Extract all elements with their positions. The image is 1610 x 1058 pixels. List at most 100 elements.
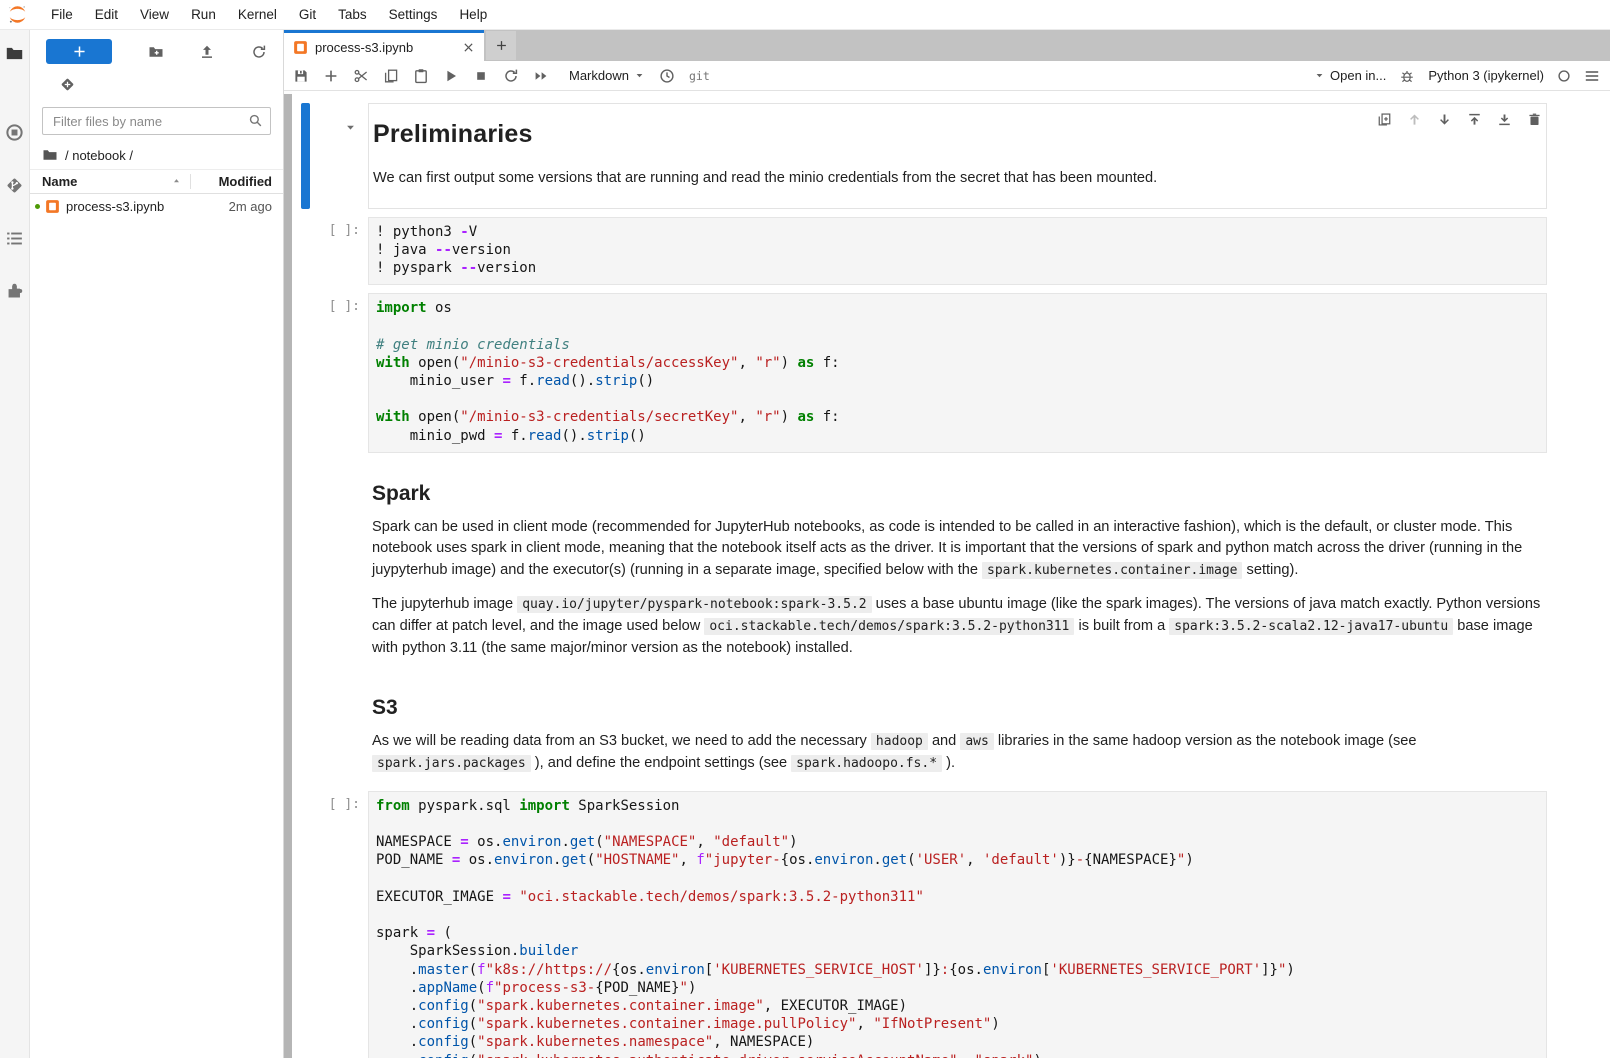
notebook-cell-markdown[interactable]: SparkSpark can be used in client mode (r… <box>301 461 1610 668</box>
column-header-name[interactable]: Name <box>30 174 191 189</box>
filter-files-input[interactable] <box>42 107 271 135</box>
cell-collapser[interactable] <box>301 293 310 453</box>
paste-icon[interactable] <box>413 68 429 84</box>
token-string: " <box>680 980 688 996</box>
token-string: "process-s3- <box>494 980 595 996</box>
token-text: ! python3 <box>376 224 460 240</box>
token-string: "/minio-s3-credentials/accessKey" <box>460 355 738 371</box>
text-run: We can first output some versions that a… <box>373 170 1157 186</box>
move-down-icon[interactable] <box>1437 112 1452 127</box>
insert-above-icon[interactable] <box>1467 112 1482 127</box>
token-text: , <box>696 834 713 850</box>
code-line: ! java --version <box>376 241 1538 259</box>
notebook-cell-code[interactable]: [ ]:import os # get minio credentialswit… <box>301 293 1610 453</box>
new-folder-icon[interactable] <box>148 44 164 60</box>
token-operator: = <box>427 925 435 941</box>
menu-item-run[interactable]: Run <box>180 2 227 27</box>
cell-collapser[interactable] <box>301 675 310 782</box>
refresh-icon[interactable] <box>251 44 267 60</box>
token-text: ) <box>781 355 798 371</box>
cell-prompt: [ ]: <box>310 293 368 453</box>
file-name: process-s3.ipynb <box>66 199 191 214</box>
upload-icon[interactable] <box>199 44 215 60</box>
code-editor[interactable]: import os # get minio credentialswith op… <box>368 293 1547 453</box>
notebook-scrollbar[interactable] <box>284 91 292 1058</box>
plus-icon[interactable] <box>323 68 339 84</box>
token-text: SparkSession <box>570 798 680 814</box>
menu-item-help[interactable]: Help <box>448 2 498 27</box>
execution-history-icon[interactable] <box>659 68 675 84</box>
scrollbar-thumb[interactable] <box>284 94 292 1058</box>
tab-process-s3[interactable]: process-s3.ipynb <box>284 30 484 61</box>
tab-close-icon[interactable] <box>462 41 475 54</box>
cell-body: import os # get minio credentialswith op… <box>368 293 1547 453</box>
trash-icon[interactable] <box>1527 112 1542 127</box>
token-text: EXECUTOR_IMAGE <box>376 889 502 905</box>
token-property: environ <box>814 852 873 868</box>
cut-icon[interactable] <box>353 68 369 84</box>
code-editor[interactable]: from pyspark.sql import SparkSession NAM… <box>368 791 1547 1058</box>
toolbar-menu-icon[interactable] <box>1584 68 1600 84</box>
extension-manager-icon[interactable] <box>5 282 24 301</box>
inline-code: hadoop <box>871 733 928 750</box>
token-text: ( <box>469 998 477 1014</box>
menu-item-settings[interactable]: Settings <box>378 2 449 27</box>
run-icon[interactable] <box>443 68 459 84</box>
token-string: : <box>941 962 949 978</box>
restart-icon[interactable] <box>503 68 519 84</box>
token-string: 'default' <box>983 852 1059 868</box>
token-text: ) <box>781 409 798 425</box>
move-up-icon[interactable] <box>1407 112 1422 127</box>
cell-collapser[interactable] <box>301 217 310 286</box>
notebook-cell-code[interactable]: [ ]:from pyspark.sql import SparkSession… <box>301 791 1610 1058</box>
cell-collapser[interactable] <box>301 461 310 668</box>
stop-icon[interactable] <box>473 68 489 84</box>
kernel-name[interactable]: Python 3 (ipykernel) <box>1428 68 1544 83</box>
menu-item-view[interactable]: View <box>129 2 180 27</box>
token-text: os. <box>460 852 494 868</box>
debugger-icon[interactable] <box>1399 68 1415 84</box>
token-keyword: with <box>376 409 410 425</box>
plus-icon <box>495 39 508 52</box>
cell-collapser[interactable] <box>301 791 310 1058</box>
column-header-modified[interactable]: Modified <box>191 174 283 189</box>
notebook-cell-code[interactable]: [ ]:! python3 -V! java --version! pyspar… <box>301 217 1610 286</box>
copy-icon[interactable] <box>383 68 399 84</box>
notebook-cell-markdown[interactable]: S3As we will be reading data from an S3 … <box>301 675 1610 782</box>
cell-type-dropdown[interactable]: Markdown <box>569 68 645 83</box>
duplicate-icon[interactable] <box>1377 112 1392 127</box>
git-panel-icon[interactable] <box>5 176 24 195</box>
run-all-icon[interactable] <box>533 68 549 84</box>
insert-below-icon[interactable] <box>1497 112 1512 127</box>
code-editor[interactable]: ! python3 -V! java --version! pyspark --… <box>368 217 1547 286</box>
menu-item-git[interactable]: Git <box>288 2 327 27</box>
token-text: ) <box>991 1016 999 1032</box>
token-text: {NAMESPACE} <box>1084 852 1177 868</box>
home-folder-icon[interactable] <box>42 147 58 163</box>
menu-item-tabs[interactable]: Tabs <box>327 2 378 27</box>
table-of-contents-icon[interactable] <box>5 229 24 248</box>
menu-item-edit[interactable]: Edit <box>84 2 129 27</box>
file-browser-toolbar <box>30 30 283 64</box>
running-kernels-icon[interactable] <box>5 123 24 142</box>
token-text: ! java <box>376 242 435 258</box>
notebook-cell-markdown[interactable]: PreliminariesWe can first output some ve… <box>301 103 1610 209</box>
open-in-dropdown[interactable]: Open in... <box>1314 68 1386 83</box>
new-tab-button[interactable] <box>486 31 516 60</box>
new-launcher-button[interactable] <box>46 39 112 64</box>
token-text: NAMESPACE <box>376 834 460 850</box>
menu-item-file[interactable]: File <box>40 2 84 27</box>
cell-collapser[interactable] <box>301 103 310 209</box>
kernel-status-icon[interactable] <box>1557 69 1571 83</box>
file-row[interactable]: process-s3.ipynb2m ago <box>30 194 283 219</box>
save-icon[interactable] <box>293 68 309 84</box>
file-browser-icon[interactable] <box>5 44 24 63</box>
token-text: , <box>966 852 983 868</box>
menu-item-kernel[interactable]: Kernel <box>227 2 288 27</box>
token-keyword: as <box>797 409 814 425</box>
heading-collapse-icon[interactable] <box>344 121 357 134</box>
menu-bar: FileEditViewRunKernelGitTabsSettingsHelp <box>0 0 1610 30</box>
tab-label: process-s3.ipynb <box>315 40 455 55</box>
git-clone-icon[interactable] <box>59 76 76 93</box>
token-string: - <box>1076 852 1084 868</box>
